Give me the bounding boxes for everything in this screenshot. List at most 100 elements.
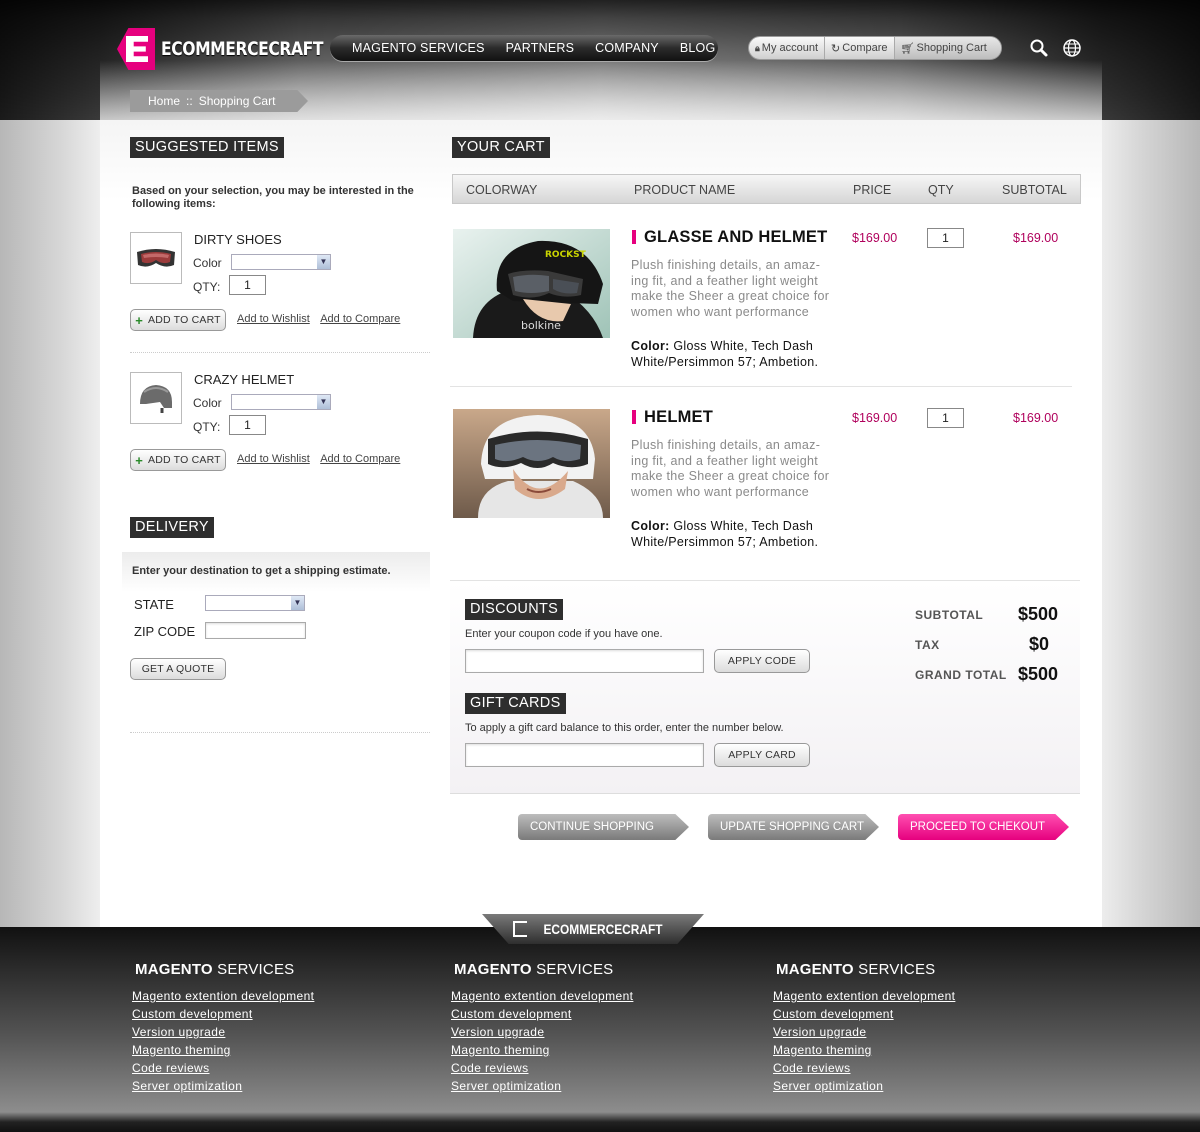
delivery-heading: DELIVERY bbox=[130, 517, 214, 538]
shopping-cart-link[interactable]: 🛒︎ Shopping Cart bbox=[894, 37, 1001, 59]
add-to-cart-button[interactable]: + ADD TO CART bbox=[130, 309, 226, 331]
footer-logo[interactable]: ECOMMERCECRAFT bbox=[482, 914, 704, 944]
footer-link[interactable]: Magento extention development bbox=[132, 987, 392, 1005]
footer-link[interactable]: Code reviews bbox=[773, 1059, 1033, 1077]
footer-column-title: MAGENTO SERVICES bbox=[454, 961, 614, 978]
subtotal-value: $500 bbox=[1018, 604, 1059, 624]
footer-link[interactable]: Magento extention development bbox=[773, 987, 1033, 1005]
footer-link[interactable]: Custom development bbox=[773, 1005, 1033, 1023]
cart-item-name[interactable]: GLASSE AND HELMET bbox=[632, 228, 827, 247]
nav-partners[interactable]: PARTNERS bbox=[506, 41, 575, 55]
grand-total-value: $500 bbox=[1018, 664, 1059, 684]
column-qty: QTY bbox=[928, 183, 954, 197]
item-links: Add to Wishlist Add to Compare bbox=[237, 313, 408, 325]
add-to-compare-link[interactable]: Add to Compare bbox=[320, 453, 400, 465]
cart-item-name[interactable]: HELMET bbox=[632, 408, 713, 427]
breadcrumb-separator: :: bbox=[186, 94, 193, 108]
zip-code-input[interactable] bbox=[205, 622, 306, 639]
svg-text:bolkine: bolkine bbox=[521, 319, 561, 332]
gift-cards-text: To apply a gift card balance to this ord… bbox=[465, 722, 784, 734]
main-nav: MAGENTO SERVICES PARTNERS COMPANY BLOG bbox=[330, 35, 718, 61]
chevron-down-icon: ▼ bbox=[317, 395, 330, 409]
tax-value: $0 bbox=[1029, 634, 1050, 654]
footer-link[interactable]: Code reviews bbox=[451, 1059, 711, 1077]
logo[interactable]: ECOMMERCECRAFT bbox=[117, 28, 359, 70]
footer-column: MAGENTO SERVICES Magento extention devel… bbox=[451, 961, 711, 1095]
divider bbox=[450, 386, 1072, 387]
cart-qty-input[interactable]: 1 bbox=[927, 408, 964, 428]
cart-table-header: COLORWAY PRODUCT NAME PRICE QTY SUBTOTAL bbox=[452, 174, 1081, 204]
color-label: Color: bbox=[631, 339, 670, 353]
breadcrumb-current: Shopping Cart bbox=[198, 94, 276, 108]
footer-link[interactable]: Version upgrade bbox=[132, 1023, 392, 1041]
logo-text: ECOMMERCECRAFT bbox=[161, 38, 324, 60]
nav-magento-services[interactable]: MAGENTO SERVICES bbox=[352, 41, 485, 55]
add-to-compare-link[interactable]: Add to Compare bbox=[320, 313, 400, 325]
column-price: PRICE bbox=[853, 183, 892, 197]
footer-column-title: MAGENTO SERVICES bbox=[135, 961, 295, 978]
footer-column: MAGENTO SERVICES Magento extention devel… bbox=[773, 961, 1033, 1095]
chevron-down-icon: ▼ bbox=[291, 596, 304, 610]
qty-input[interactable]: 1 bbox=[229, 415, 266, 435]
cart-item-subtotal: $169.00 bbox=[1013, 231, 1059, 245]
divider bbox=[130, 732, 430, 733]
color-select[interactable]: ▼ bbox=[231, 394, 331, 410]
apply-code-button[interactable]: APPLY CODE bbox=[714, 649, 810, 673]
footer-column-title: MAGENTO SERVICES bbox=[776, 961, 936, 978]
get-quote-button[interactable]: GET A QUOTE bbox=[130, 658, 226, 680]
logo-mark-icon bbox=[117, 28, 155, 70]
cart-item-price: $169.00 bbox=[852, 411, 898, 425]
coupon-code-input[interactable] bbox=[465, 649, 704, 673]
qty-input[interactable]: 1 bbox=[229, 275, 266, 295]
divider bbox=[130, 352, 430, 353]
footer-link[interactable]: Server optimization bbox=[451, 1077, 711, 1095]
continue-shopping-button[interactable]: CONTINUE SHOPPING bbox=[518, 814, 689, 840]
gift-cards-heading: GIFT CARDS bbox=[465, 693, 566, 714]
add-to-wishlist-link[interactable]: Add to Wishlist bbox=[237, 313, 310, 325]
cart-item-color: Color: Gloss White, Tech Dash White/Pers… bbox=[631, 338, 841, 370]
plus-icon: + bbox=[135, 452, 143, 468]
nav-company[interactable]: COMPANY bbox=[595, 41, 659, 55]
my-account-link[interactable]: 🔒︎ My account bbox=[749, 37, 826, 59]
color-select[interactable]: ▼ bbox=[231, 254, 331, 270]
footer-link[interactable]: Version upgrade bbox=[451, 1023, 711, 1041]
compare-link[interactable]: ↻ Compare bbox=[825, 37, 895, 59]
update-shopping-cart-button[interactable]: UPDATE SHOPPING CART bbox=[708, 814, 879, 840]
product-thumbnail[interactable] bbox=[130, 232, 182, 284]
footer-link[interactable]: Magento theming bbox=[773, 1041, 1033, 1059]
footer-link[interactable]: Version upgrade bbox=[773, 1023, 1033, 1041]
footer-link[interactable]: Magento theming bbox=[451, 1041, 711, 1059]
cart-item-subtotal: $169.00 bbox=[1013, 411, 1059, 425]
footer-link[interactable]: Magento extention development bbox=[451, 987, 711, 1005]
breadcrumb-home[interactable]: Home bbox=[148, 94, 180, 108]
product-image[interactable]: ROCKST bolkine bbox=[453, 229, 610, 338]
cart-qty-input[interactable]: 1 bbox=[927, 228, 964, 248]
footer-link[interactable]: Custom development bbox=[451, 1005, 711, 1023]
search-icon[interactable] bbox=[1029, 38, 1049, 58]
product-thumbnail[interactable] bbox=[130, 372, 182, 424]
add-to-cart-button[interactable]: + ADD TO CART bbox=[130, 449, 226, 471]
suggested-item: CRAZY HELMET Color ▼ QTY: 1 + ADD TO CART… bbox=[130, 372, 430, 482]
footer-link[interactable]: Code reviews bbox=[132, 1059, 392, 1077]
footer-link[interactable]: Server optimization bbox=[773, 1077, 1033, 1095]
footer-column: MAGENTO SERVICES Magento extention devel… bbox=[132, 961, 392, 1095]
add-to-wishlist-link[interactable]: Add to Wishlist bbox=[237, 453, 310, 465]
footer-link[interactable]: Server optimization bbox=[132, 1077, 392, 1095]
cart-item-color: Color: Gloss White, Tech Dash White/Pers… bbox=[631, 518, 841, 550]
column-colorway: COLORWAY bbox=[466, 183, 538, 197]
product-image[interactable] bbox=[453, 409, 610, 518]
footer-link[interactable]: Magento theming bbox=[132, 1041, 392, 1059]
state-select[interactable]: ▼ bbox=[205, 595, 305, 611]
apply-card-button[interactable]: APPLY CARD bbox=[714, 743, 810, 767]
proceed-to-checkout-button[interactable]: PROCEED TO CHEKOUT bbox=[898, 814, 1069, 840]
product-name[interactable]: CRAZY HELMET bbox=[194, 372, 294, 387]
globe-icon[interactable] bbox=[1062, 38, 1082, 58]
footer-link[interactable]: Custom development bbox=[132, 1005, 392, 1023]
product-name[interactable]: DIRTY SHOES bbox=[194, 232, 282, 247]
gift-card-input[interactable] bbox=[465, 743, 704, 767]
suggested-items-heading: SUGGESTED ITEMS bbox=[130, 137, 284, 158]
state-label: STATE bbox=[134, 597, 174, 612]
suggested-item: DIRTY SHOES Color ▼ QTY: 1 + ADD TO CART … bbox=[130, 232, 430, 342]
nav-blog[interactable]: BLOG bbox=[680, 41, 716, 55]
tax-label: TAX bbox=[915, 638, 940, 652]
